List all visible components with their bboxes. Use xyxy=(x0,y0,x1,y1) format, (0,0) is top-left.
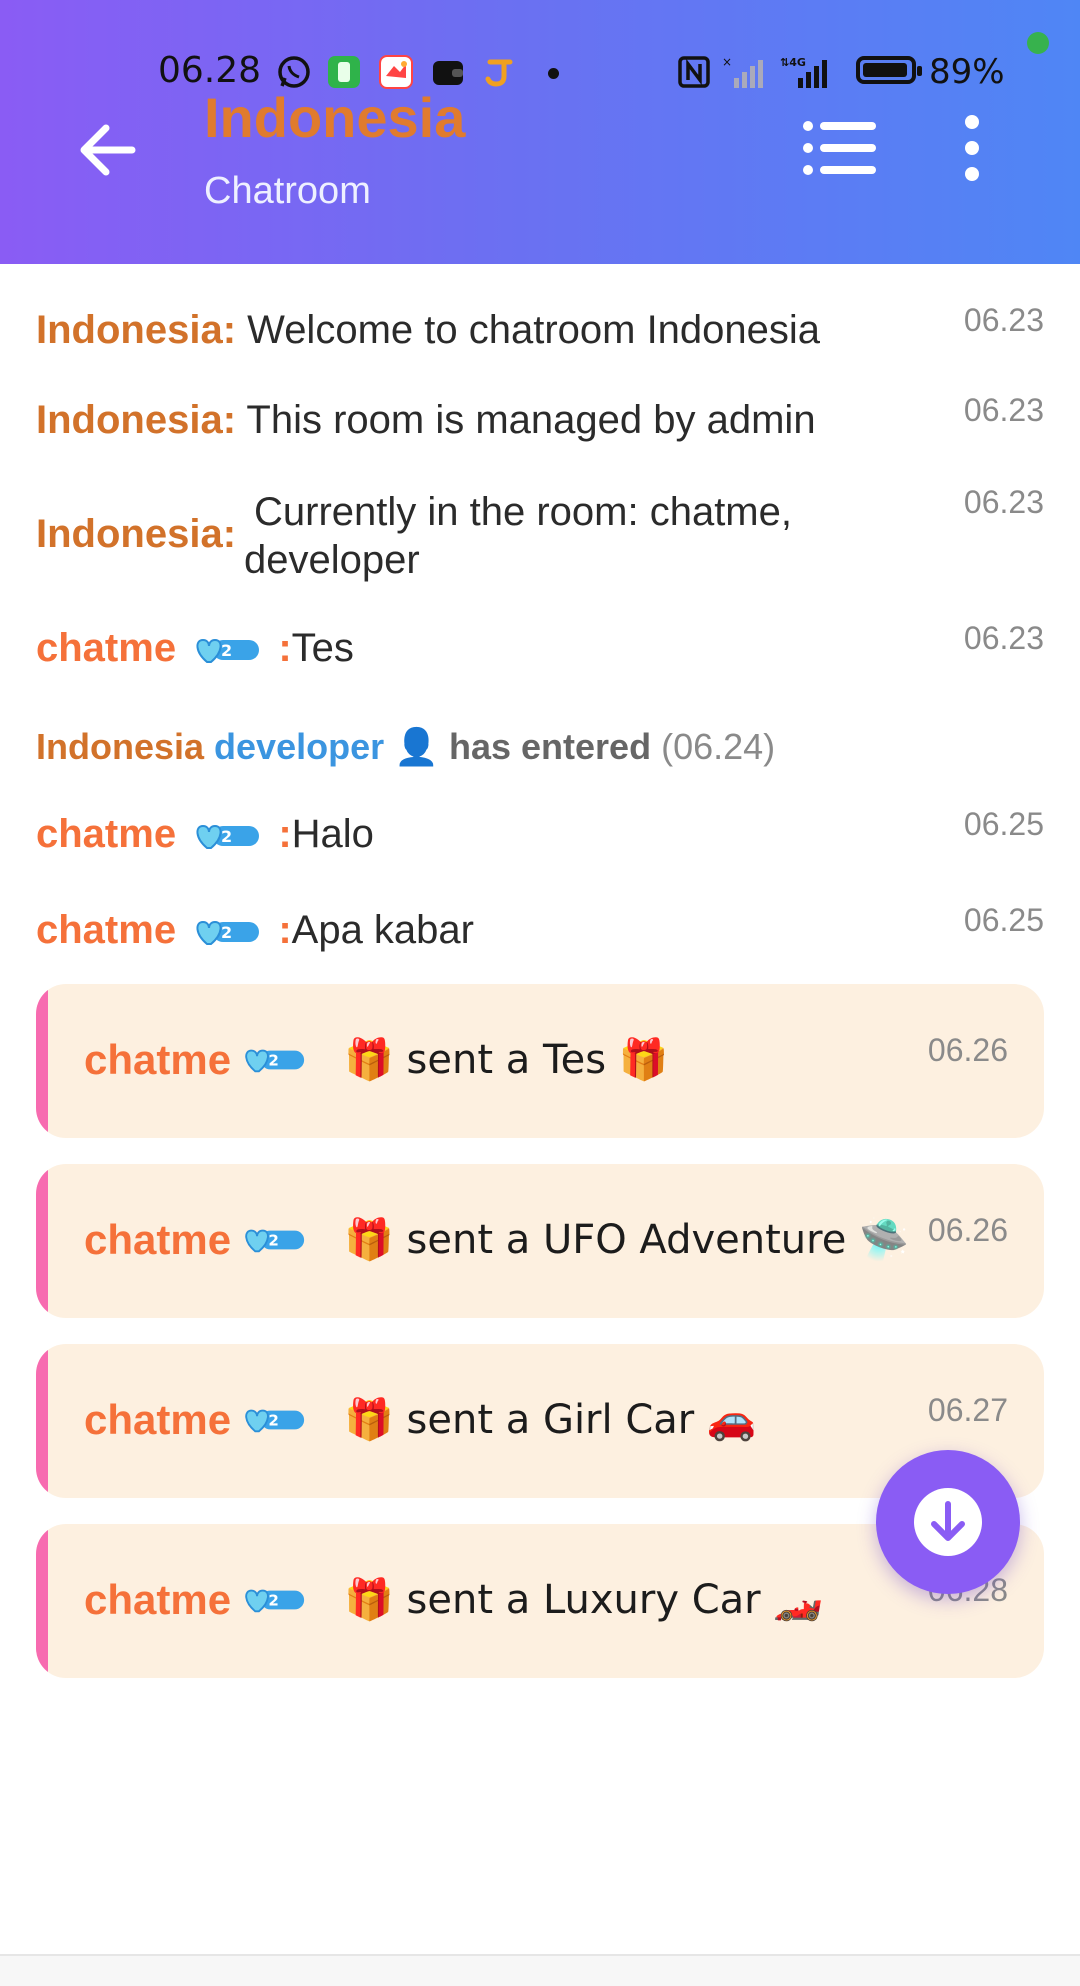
level-badge-icon: 2 xyxy=(245,1409,305,1433)
person-icon: 👤 xyxy=(394,727,439,768)
gift-text: 🎁 sent a UFO Adventure 🛸 xyxy=(344,1217,909,1263)
more-vertical-icon[interactable] xyxy=(950,112,994,184)
message-user: chatme 2 :Halo 06.25 xyxy=(36,806,1044,857)
level-badge-icon: 2 xyxy=(196,825,260,850)
app-header: 06.28 × ⇅4G 89% Indonesia Chatroom xyxy=(0,0,1080,264)
message-time: 06.25 xyxy=(963,806,1044,842)
message-user: chatme 2 :Tes 06.23 xyxy=(36,620,1044,671)
app-icon-green xyxy=(328,56,360,88)
app-icon-j xyxy=(485,59,513,87)
svg-text:2: 2 xyxy=(268,1592,278,1610)
message-time: 06.23 xyxy=(963,392,1044,428)
message-text-line1: Currently in the room: chatme, xyxy=(254,490,792,534)
level-badge-icon: 2 xyxy=(196,639,260,664)
message-time: 06.25 xyxy=(963,902,1044,938)
sender-name[interactable]: chatme xyxy=(36,908,176,952)
level-badge-icon: 2 xyxy=(196,921,260,946)
message-system: Indonesia: This room is managed by admin… xyxy=(36,392,1044,443)
entered-text: has entered xyxy=(448,726,652,767)
message-time: 06.26 xyxy=(927,1032,1008,1068)
gift-accent-bar xyxy=(36,984,48,1138)
privacy-indicator-dot xyxy=(1027,32,1049,54)
message-system: Indonesia: Welcome to chatroom Indonesia… xyxy=(36,302,1044,353)
whatsapp-icon xyxy=(278,56,310,88)
gift-text: 🎁 sent a Luxury Car 🏎️ xyxy=(344,1577,824,1623)
status-time: 06.28 xyxy=(158,50,262,91)
sender-name[interactable]: chatme xyxy=(36,812,176,856)
gift-message: chatme 2 🎁 sent a UFO Adventure 🛸 06.26 xyxy=(36,1164,1044,1318)
separator: : xyxy=(278,908,292,952)
message-time: 06.23 xyxy=(963,302,1044,338)
entered-room: Indonesia xyxy=(36,726,205,767)
nfc-icon xyxy=(678,56,710,88)
dot-icon xyxy=(548,68,559,79)
message-text: Tes xyxy=(291,626,354,670)
sender-name[interactable]: Indonesia: xyxy=(36,308,236,352)
sender-name[interactable]: chatme xyxy=(36,626,176,670)
level-badge-icon: 2 xyxy=(245,1589,305,1613)
svg-text:2: 2 xyxy=(221,827,232,846)
arrow-down-circle-icon xyxy=(914,1488,982,1556)
arrow-left-icon[interactable] xyxy=(72,114,144,186)
message-text-line2: developer xyxy=(244,538,420,582)
level-badge-icon: 2 xyxy=(245,1049,305,1073)
sender-name[interactable]: Indonesia: xyxy=(36,512,236,557)
sender-name[interactable]: chatme xyxy=(84,1576,231,1624)
svg-text:2: 2 xyxy=(221,641,232,660)
battery-icon xyxy=(856,56,922,84)
message-text: Halo xyxy=(291,812,374,856)
entered-notice: Indonesia developer 👤 has entered (06.24… xyxy=(36,726,775,768)
message-text: Apa kabar xyxy=(291,908,474,952)
sender-name[interactable]: chatme xyxy=(84,1396,231,1444)
gift-accent-bar xyxy=(36,1524,48,1678)
wallet-icon xyxy=(433,61,463,85)
gift-accent-bar xyxy=(36,1344,48,1498)
gift-accent-bar xyxy=(36,1164,48,1318)
svg-text:⇅4G: ⇅4G xyxy=(780,56,806,69)
gift-text: 🎁 sent a Girl Car 🚗 xyxy=(344,1397,757,1443)
entered-time: (06.24) xyxy=(661,726,776,767)
game-icon xyxy=(379,55,413,89)
sender-name[interactable]: chatme xyxy=(84,1036,231,1084)
message-time: 06.27 xyxy=(927,1392,1008,1428)
message-text: This room is managed by admin xyxy=(246,398,816,442)
sender-name[interactable]: Indonesia: xyxy=(36,398,236,442)
message-time: 06.26 xyxy=(927,1212,1008,1248)
message-time: 06.23 xyxy=(963,484,1044,520)
battery-percent: 89% xyxy=(929,52,1005,92)
4g-signal-icon: ⇅4G xyxy=(780,56,827,88)
status-bar: 06.28 × ⇅4G 89% xyxy=(0,48,1080,98)
page-subtitle: Chatroom xyxy=(204,170,371,212)
svg-text:×: × xyxy=(722,55,732,69)
separator: : xyxy=(278,626,292,670)
gift-text: 🎁 sent a Tes 🎁 xyxy=(344,1037,669,1083)
separator: : xyxy=(278,812,292,856)
scroll-to-bottom-button[interactable] xyxy=(876,1450,1020,1594)
message-time: 06.23 xyxy=(963,620,1044,656)
list-icon[interactable] xyxy=(800,116,880,180)
svg-text:2: 2 xyxy=(268,1232,278,1250)
signal-icon: × xyxy=(722,55,763,88)
gift-message: chatme 2 🎁 sent a Tes 🎁 06.26 xyxy=(36,984,1044,1138)
sender-name[interactable]: chatme xyxy=(84,1216,231,1264)
svg-text:2: 2 xyxy=(268,1412,278,1430)
level-badge-icon: 2 xyxy=(245,1229,305,1253)
svg-text:2: 2 xyxy=(268,1052,278,1070)
page-title: Indonesia xyxy=(204,86,466,149)
message-text: Welcome to chatroom Indonesia xyxy=(247,308,821,352)
input-area-edge xyxy=(0,1954,1080,1986)
message-user: chatme 2 :Apa kabar 06.25 xyxy=(36,902,1044,953)
svg-text:2: 2 xyxy=(221,923,232,942)
entered-user[interactable]: developer xyxy=(214,726,384,767)
